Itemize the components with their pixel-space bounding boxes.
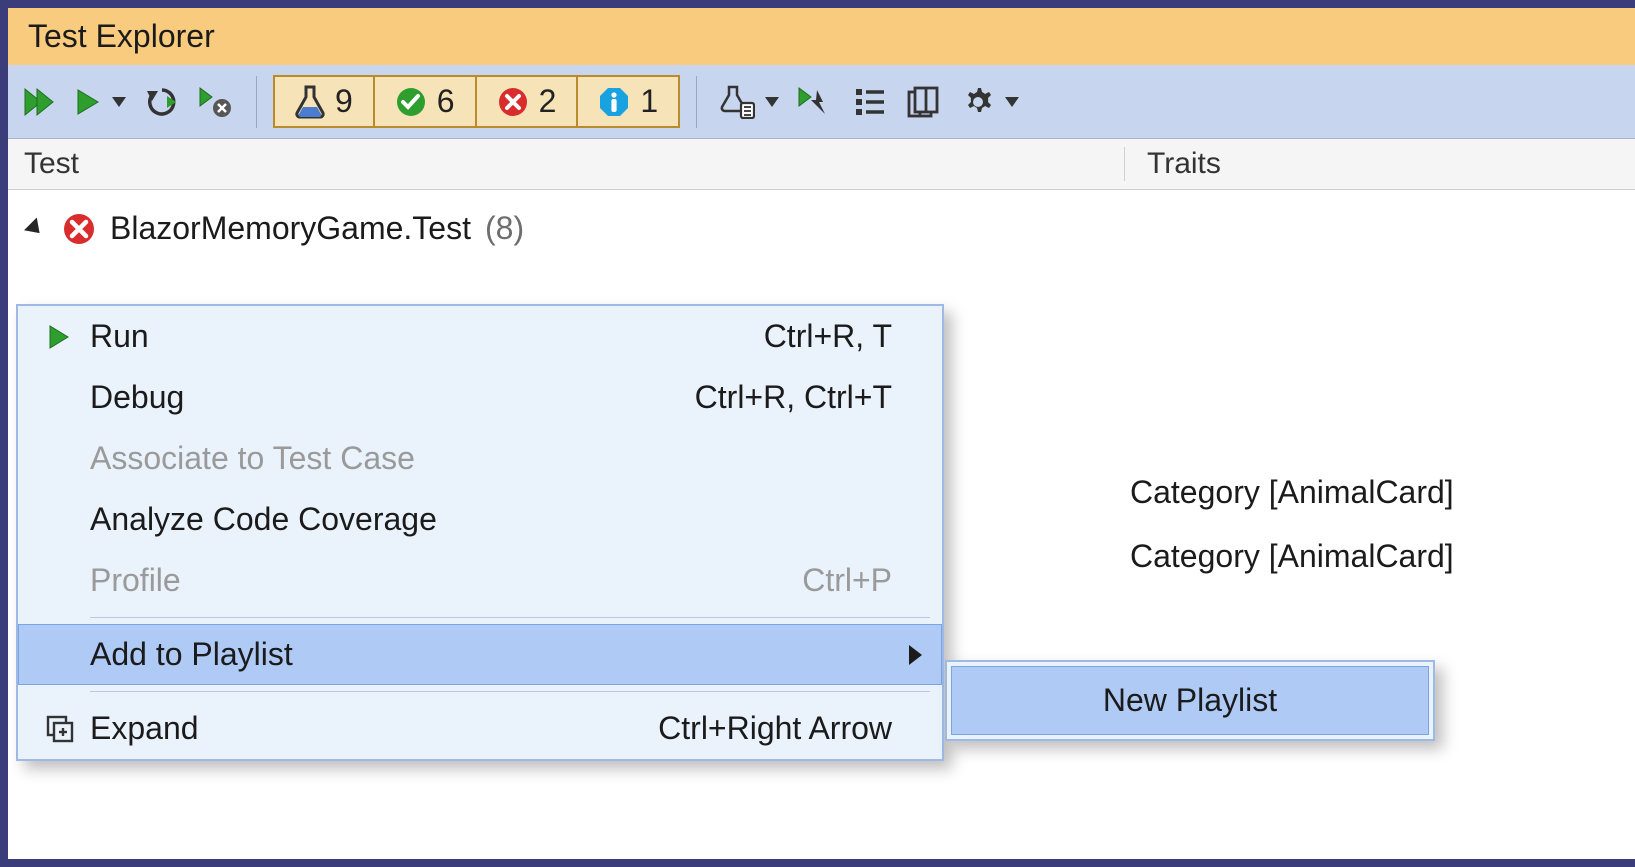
menu-run[interactable]: Run Ctrl+R, T xyxy=(18,306,942,367)
expand-toggle-icon[interactable] xyxy=(24,218,46,240)
summary-info-value: 1 xyxy=(640,83,658,120)
play-icon xyxy=(48,324,72,350)
flask-icon xyxy=(295,85,325,119)
menu-associate: Associate to Test Case xyxy=(18,428,942,489)
dropdown-caret-icon xyxy=(765,97,779,107)
trait-row: Category [AnimalCard] xyxy=(1130,524,1454,588)
info-octagon-icon xyxy=(598,86,630,118)
run-dropdown-caret-icon xyxy=(112,97,126,107)
test-tree: BlazorMemoryGame.Test (8) xyxy=(8,190,1635,253)
menu-separator xyxy=(90,691,930,692)
summary-passed-value: 6 xyxy=(437,83,455,120)
menu-add-to-playlist[interactable]: Add to Playlist xyxy=(18,624,942,685)
summary-failed-value: 2 xyxy=(539,83,557,120)
run-until-failure-button[interactable] xyxy=(791,76,841,128)
dropdown-caret-icon xyxy=(1005,97,1019,107)
context-menu: Run Ctrl+R, T Debug Ctrl+R, Ctrl+T Assoc… xyxy=(16,304,944,761)
summary-passed[interactable]: 6 xyxy=(375,77,477,126)
toolbar: 9 6 2 xyxy=(8,65,1635,139)
column-header-traits[interactable]: Traits xyxy=(1124,147,1635,181)
menu-debug[interactable]: Debug Ctrl+R, Ctrl+T xyxy=(18,367,942,428)
settings-button[interactable] xyxy=(955,76,1025,128)
summary-failed[interactable]: 2 xyxy=(477,77,579,126)
menu-separator xyxy=(90,617,930,618)
menu-coverage[interactable]: Analyze Code Coverage xyxy=(18,489,942,550)
tree-root-row[interactable]: BlazorMemoryGame.Test (8) xyxy=(26,204,1635,253)
playlist-submenu: New Playlist xyxy=(945,660,1435,741)
expand-icon xyxy=(45,714,75,744)
submenu-arrow-icon xyxy=(909,645,922,665)
repeat-last-run-button[interactable] xyxy=(138,76,186,128)
toolbar-separator xyxy=(696,76,697,128)
column-headers: Test Traits xyxy=(8,139,1635,190)
x-circle-icon xyxy=(62,212,96,246)
traits-values: Category [AnimalCard] Category [AnimalCa… xyxy=(1130,460,1454,588)
menu-expand[interactable]: Expand Ctrl+Right Arrow xyxy=(18,698,942,759)
tree-root-name: BlazorMemoryGame.Test xyxy=(110,210,471,247)
columns-button[interactable] xyxy=(901,76,949,128)
test-summary: 9 6 2 xyxy=(273,75,680,128)
window-title: Test Explorer xyxy=(8,8,1635,65)
run-failed-button[interactable] xyxy=(192,76,240,128)
menu-profile: Profile Ctrl+P xyxy=(18,550,942,611)
x-circle-icon xyxy=(497,86,529,118)
summary-total-value: 9 xyxy=(335,83,353,120)
column-header-test[interactable]: Test xyxy=(24,147,1124,181)
submenu-new-playlist[interactable]: New Playlist xyxy=(951,666,1429,735)
tree-root-count: (8) xyxy=(485,210,524,247)
run-button[interactable] xyxy=(70,76,132,128)
toolbar-separator xyxy=(256,76,257,128)
run-all-button[interactable] xyxy=(16,76,64,128)
summary-info[interactable]: 1 xyxy=(578,77,678,126)
check-circle-icon xyxy=(395,86,427,118)
summary-total[interactable]: 9 xyxy=(275,77,375,126)
playlist-button[interactable] xyxy=(713,76,785,128)
trait-row: Category [AnimalCard] xyxy=(1130,460,1454,524)
gear-icon xyxy=(961,85,995,119)
group-by-button[interactable] xyxy=(847,76,895,128)
